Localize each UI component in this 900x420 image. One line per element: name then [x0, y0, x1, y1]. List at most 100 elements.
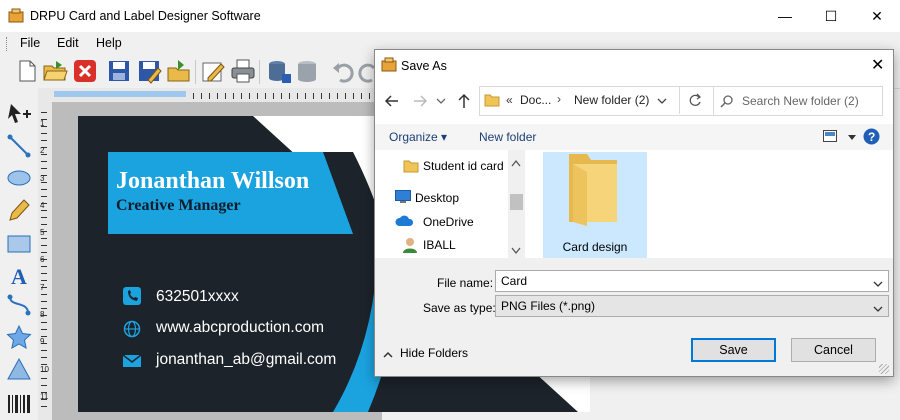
folder-item-card-design[interactable]: Card design: [543, 152, 647, 258]
organize-button[interactable]: Organize ▾: [389, 130, 447, 144]
new-folder-button[interactable]: New folder: [479, 130, 536, 144]
ruler-number: 7: [40, 282, 45, 292]
database-add-icon[interactable]: [266, 58, 292, 84]
save-type-label: Save as type:: [423, 301, 496, 315]
up-arrow-icon[interactable]: [455, 92, 473, 110]
file-name-dropdown-icon[interactable]: [873, 277, 883, 287]
forward-arrow-icon[interactable]: [411, 92, 429, 110]
select-pointer-icon[interactable]: [6, 102, 32, 126]
print-icon[interactable]: [230, 58, 256, 84]
save-type-dropdown-icon[interactable]: [873, 302, 883, 312]
menu-file[interactable]: File: [20, 36, 40, 50]
minimize-button[interactable]: —: [762, 0, 808, 32]
file-name-value[interactable]: Card: [501, 274, 527, 288]
folder-small-icon: [403, 158, 419, 174]
barcode-tool-icon[interactable]: [6, 392, 32, 416]
breadcrumb-current[interactable]: New folder (2): [574, 93, 649, 107]
card-email[interactable]: jonanthan_ab@gmail.com: [156, 351, 336, 369]
view-options-icon[interactable]: [823, 130, 837, 142]
text-tool-icon[interactable]: A: [6, 263, 32, 289]
edit-properties-icon[interactable]: [200, 58, 226, 84]
menu-edit[interactable]: Edit: [57, 36, 79, 50]
nav-item-iball[interactable]: IBALL: [423, 238, 456, 252]
svg-text:?: ?: [868, 130, 875, 144]
triangle-tool-icon[interactable]: [6, 357, 32, 381]
nav-scrollbar[interactable]: [508, 150, 525, 258]
dialog-close-button[interactable]: ✕: [871, 55, 884, 75]
close-doc-icon[interactable]: [72, 58, 98, 84]
address-dropdown-icon[interactable]: [656, 95, 668, 107]
search-placeholder: Search New folder (2): [742, 94, 859, 108]
back-arrow-icon[interactable]: [383, 92, 401, 110]
phone-icon: [122, 286, 142, 306]
open-folder-icon[interactable]: [42, 58, 68, 84]
folder-small-icon: [484, 92, 500, 108]
save-button[interactable]: Save: [691, 338, 776, 362]
save-icon[interactable]: [106, 58, 132, 84]
cancel-button[interactable]: Cancel: [791, 338, 876, 362]
ruler-number: 10: [40, 364, 49, 374]
card-phone[interactable]: 632501xxxx: [156, 288, 239, 306]
new-file-icon[interactable]: [14, 58, 40, 84]
save-type-select[interactable]: PNG Files (*.png): [495, 295, 889, 317]
dropdown-recent-icon[interactable]: [435, 93, 447, 109]
horizontal-ruler: [38, 88, 378, 103]
breadcrumb-separator[interactable]: ›: [557, 92, 561, 106]
ruler-number: 2: [40, 146, 45, 156]
menubar-grip: [6, 37, 9, 51]
file-name-label: File name:: [437, 276, 494, 290]
scroll-up-icon[interactable]: [511, 156, 521, 167]
dialog-command-bar: [375, 124, 893, 150]
ruler-number: 5: [40, 228, 45, 238]
dialog-app-icon: [381, 57, 397, 73]
app-title: DRPU Card and Label Designer Software: [30, 9, 261, 23]
file-name-input[interactable]: Card: [495, 270, 889, 292]
hide-folders-button[interactable]: Hide Folders: [400, 346, 468, 360]
nav-item-desktop[interactable]: Desktop: [415, 191, 459, 205]
curve-tool-icon[interactable]: [6, 293, 32, 317]
card-name[interactable]: Jonanthan Willson: [116, 168, 309, 195]
undo-icon[interactable]: [330, 58, 356, 84]
export-folder-icon[interactable]: [166, 58, 192, 84]
ruler-number: 1: [40, 119, 45, 128]
ruler-numbers: 1 2 3 4 5 6 7 8 9 10 11: [40, 110, 50, 410]
ellipse-tool-icon[interactable]: [6, 166, 32, 190]
star-tool-icon[interactable]: [6, 324, 32, 349]
dialog-title: Save As: [401, 59, 447, 73]
ruler-number: 3: [40, 173, 45, 183]
nav-item-student-id-card[interactable]: Student id card: [423, 159, 504, 173]
ruler-number: 9: [40, 337, 45, 347]
ruler-number: 11: [40, 391, 49, 401]
folder-label: Card design: [562, 240, 628, 254]
onedrive-icon: [395, 215, 414, 227]
menu-help[interactable]: Help: [96, 36, 122, 50]
maximize-button[interactable]: ☐: [808, 0, 854, 32]
save-as-icon[interactable]: [136, 58, 162, 84]
view-dropdown-icon[interactable]: [847, 131, 857, 141]
ruler-number: 8: [40, 310, 45, 320]
refresh-icon[interactable]: [679, 86, 710, 114]
resize-grip[interactable]: [879, 364, 889, 374]
chevron-up-icon[interactable]: [383, 348, 393, 358]
card-website[interactable]: www.abcproduction.com: [156, 319, 324, 337]
save-type-value[interactable]: PNG Files (*.png): [501, 299, 595, 313]
database-icon[interactable]: [294, 58, 320, 84]
breadcrumb-overflow[interactable]: «: [506, 93, 513, 107]
nav-item-onedrive[interactable]: OneDrive: [423, 215, 474, 229]
globe-icon: [122, 319, 142, 339]
breadcrumb-documents[interactable]: Doc...: [520, 93, 551, 107]
svg-text:A: A: [11, 264, 27, 287]
close-button[interactable]: ✕: [854, 0, 900, 32]
ruler-number: 4: [40, 200, 45, 210]
card-role[interactable]: Creative Manager: [116, 197, 241, 215]
search-icon: [720, 94, 734, 108]
ruler-highlight: [54, 91, 186, 97]
line-tool-icon[interactable]: [6, 134, 32, 158]
pencil-tool-icon[interactable]: [6, 198, 32, 222]
scroll-down-icon[interactable]: [511, 244, 521, 255]
search-box[interactable]: Search New folder (2): [713, 86, 883, 116]
help-icon[interactable]: ?: [863, 128, 880, 145]
rectangle-tool-icon[interactable]: [6, 232, 32, 256]
scroll-thumb[interactable]: [510, 194, 523, 210]
app-logo-icon: [8, 8, 24, 24]
